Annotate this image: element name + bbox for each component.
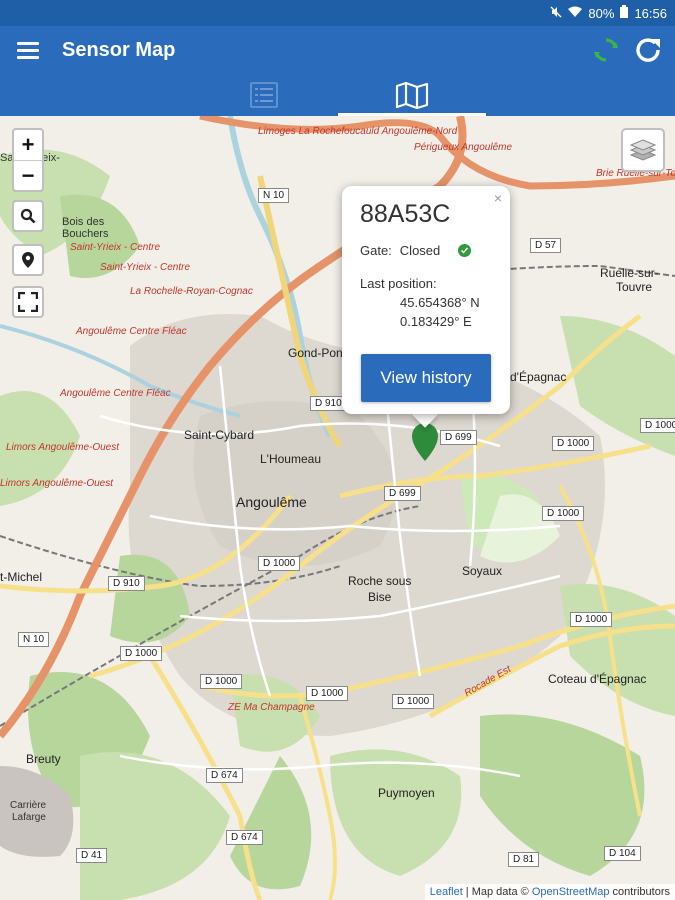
sensor-id: 88A53C xyxy=(360,200,451,228)
fullscreen-button[interactable] xyxy=(12,286,44,318)
map-label: Touvre xyxy=(616,280,653,294)
road-shield: D 1000 xyxy=(306,686,349,701)
sync-button[interactable] xyxy=(589,33,623,67)
road-shield: D 104 xyxy=(604,846,641,861)
map-label: Carrière xyxy=(10,800,47,811)
gate-label: Gate: xyxy=(360,243,392,258)
layers-icon xyxy=(629,139,657,161)
map-view[interactable]: Saint-Yrieix- Bois des Bouchers Gond-Pon… xyxy=(0,116,675,900)
map-label: Saint-Cybard xyxy=(184,428,255,442)
map-label: Gond-Pont xyxy=(288,346,347,360)
tab-map[interactable] xyxy=(337,74,486,116)
sensor-marker[interactable] xyxy=(410,422,440,467)
map-label: Ruelle-sur- xyxy=(600,266,659,280)
map-exit-label: Périgueux Angoulême xyxy=(414,142,513,153)
map-label: Soyaux xyxy=(462,564,503,578)
status-bar: 80% 16:56 xyxy=(0,0,675,26)
sync-icon xyxy=(594,38,618,62)
road-shield: D 699 xyxy=(440,430,477,445)
map-label: d'Épagnac xyxy=(510,370,567,384)
map-attribution: Leaflet | Map data © OpenStreetMap contr… xyxy=(424,884,675,900)
map-exit-label: Saint-Yrieix - Centre xyxy=(70,242,161,253)
map-marker-icon xyxy=(412,423,438,461)
map-exit-label: Angoulême Centre Fléac xyxy=(60,388,171,399)
road-shield: D 81 xyxy=(508,852,540,867)
road-shield: D 674 xyxy=(206,768,243,783)
sensor-popup: × 88A53C Gate: Closed Last position: 45.… xyxy=(342,186,510,414)
road-shield: D 1000 xyxy=(552,436,595,451)
app-actions xyxy=(589,33,665,67)
map-label: Puymoyen xyxy=(378,786,435,800)
map-icon xyxy=(395,81,428,109)
map-label: Coteau d'Épagnac xyxy=(548,672,647,686)
mute-icon xyxy=(550,6,562,21)
map-exit-label: Saint-Yrieix - Centre xyxy=(100,262,191,273)
road-shield: D 1000 xyxy=(570,612,613,627)
check-circle-icon xyxy=(458,244,472,257)
menu-icon xyxy=(17,41,39,45)
search-icon xyxy=(20,208,36,224)
road-shield: D 1000 xyxy=(120,646,163,661)
tab-strip xyxy=(0,74,675,116)
road-shield: D 910 xyxy=(108,576,145,591)
popup-close-button[interactable]: × xyxy=(494,190,502,206)
road-shield: D 57 xyxy=(530,238,562,253)
road-shield: N 10 xyxy=(258,188,290,203)
map-label: t-Michel xyxy=(0,570,43,584)
map-exit-label: Limors Angoulême-Ouest xyxy=(0,478,114,489)
wifi-icon xyxy=(568,6,583,21)
map-exit-label: Angoulême Centre Fléac xyxy=(76,326,187,337)
app-title: Sensor Map xyxy=(62,38,176,61)
fullscreen-icon xyxy=(18,292,38,312)
refresh-button[interactable] xyxy=(631,33,665,67)
tab-list[interactable] xyxy=(190,74,338,116)
road-shield: D 674 xyxy=(226,830,263,845)
leaflet-link[interactable]: Leaflet xyxy=(430,886,463,898)
list-icon xyxy=(249,82,278,108)
status-time: 16:56 xyxy=(634,5,667,21)
latitude-value: 45.654368° N xyxy=(400,295,480,310)
location-pin-icon xyxy=(22,252,34,268)
map-exit-label: ZE Ma Champagne xyxy=(228,702,315,713)
road-shield: D 1000 xyxy=(258,556,301,571)
zoom-out-button[interactable]: − xyxy=(14,160,42,190)
map-label: L'Houmeau xyxy=(260,452,321,466)
layers-button[interactable] xyxy=(621,128,665,172)
gate-value: Closed xyxy=(399,243,441,258)
map-label: Bois des xyxy=(62,216,105,228)
road-shield: D 1000 xyxy=(640,418,675,433)
locate-button[interactable] xyxy=(12,244,44,276)
map-label: Roche sous xyxy=(348,574,412,588)
battery-icon xyxy=(620,5,629,21)
battery-percent: 80% xyxy=(588,5,615,21)
map-label: Bise xyxy=(368,590,392,604)
road-shield: D 41 xyxy=(76,848,108,863)
map-exit-label: La Rochelle-Royan-Cognac xyxy=(130,286,253,297)
attribution-contributors: contributors xyxy=(609,886,670,898)
map-label: Bouchers xyxy=(62,228,109,240)
app-bar: Sensor Map xyxy=(0,26,675,74)
map-label: Angoulême xyxy=(236,494,307,510)
zoom-control: + − xyxy=(12,128,44,192)
zoom-in-button[interactable]: + xyxy=(14,130,42,160)
refresh-icon xyxy=(636,38,660,62)
menu-button[interactable] xyxy=(6,28,50,72)
longitude-value: 0.183429° E xyxy=(400,314,472,329)
road-shield: D 699 xyxy=(384,486,421,501)
attribution-separator: | Map data © xyxy=(462,886,532,898)
road-shield: D 1000 xyxy=(542,506,585,521)
last-position-label: Last position: xyxy=(360,276,437,291)
map-exit-label: Limors Angoulême-Ouest xyxy=(6,442,120,453)
map-label: Breuty xyxy=(26,752,61,766)
view-history-button[interactable]: View history xyxy=(361,354,491,402)
road-shield: D 1000 xyxy=(200,674,243,689)
osm-link[interactable]: OpenStreetMap xyxy=(532,886,610,898)
map-label: Lafarge xyxy=(12,812,46,823)
gate-status: Gate: Closed xyxy=(360,243,492,258)
road-shield: D 1000 xyxy=(392,694,435,709)
road-shield: N 10 xyxy=(18,632,50,647)
map-exit-label: Limoges La Rochefoucauld Angoulême-Nord xyxy=(258,126,458,137)
search-button[interactable] xyxy=(12,200,44,232)
